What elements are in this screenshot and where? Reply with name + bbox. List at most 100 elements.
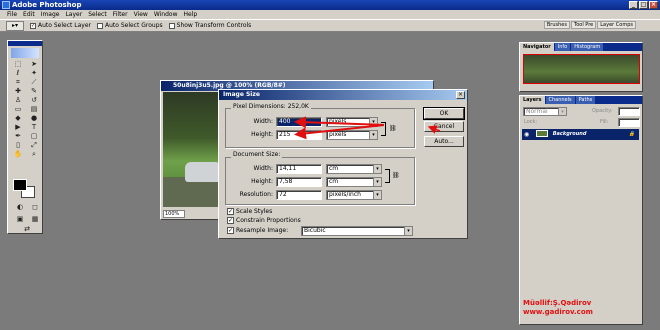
menu-edit[interactable]: Edit	[20, 11, 38, 18]
gradient-tool-icon[interactable]: ▤	[27, 105, 41, 113]
tab-navigator[interactable]: Navigator	[520, 43, 554, 51]
zoom-tool-icon[interactable]: ⌕	[27, 150, 41, 158]
chevron-down-icon: ▾	[558, 108, 566, 115]
lasso-tool-icon[interactable]: ℓ	[11, 69, 25, 77]
chevron-down-icon: ▾	[369, 131, 377, 139]
minimize-button[interactable]: _	[629, 1, 638, 9]
marquee-tool-icon[interactable]: ⬚	[11, 60, 25, 68]
blur-tool-icon[interactable]: ◆	[11, 114, 25, 122]
doc-height-input[interactable]: 7,58	[276, 177, 322, 187]
constrain-proportions-label: Constrain Proportions	[236, 217, 301, 224]
slice-tool-icon[interactable]: ⟋	[27, 78, 41, 86]
doc-width-unit-value: cm	[329, 165, 339, 172]
menu-window[interactable]: Window	[151, 11, 181, 18]
cancel-button[interactable]: Cancel	[424, 121, 464, 132]
menu-layer[interactable]: Layer	[62, 11, 85, 18]
maximize-button[interactable]: □	[639, 1, 648, 9]
resolution-unit-select[interactable]: pixels/inch ▾	[326, 190, 382, 200]
resample-method-select[interactable]: Bicubic ▾	[301, 226, 413, 236]
move-tool-preset-icon[interactable]: ▸▾	[6, 20, 24, 31]
foreground-color-swatch[interactable]	[13, 179, 27, 191]
scale-styles-checkbox[interactable]: ✓	[227, 208, 234, 215]
shape-tool-icon[interactable]: ▢	[27, 132, 41, 140]
dodge-tool-icon[interactable]: ●	[27, 114, 41, 122]
layer-row-background[interactable]: ◉ Background 🔒	[522, 129, 639, 140]
constrain-proportions-checkbox[interactable]: ✓	[227, 217, 234, 224]
navigator-thumbnail[interactable]	[523, 54, 640, 84]
quick-mask-icon[interactable]: ◐	[13, 203, 27, 211]
resample-image-option[interactable]: ✓ Resample Image:	[227, 227, 288, 234]
notes-tool-icon[interactable]: ▯	[11, 141, 25, 149]
resample-image-checkbox[interactable]: ✓	[227, 227, 234, 234]
tab-paths[interactable]: Paths	[575, 96, 596, 104]
palette-well: Brushes Tool Pre Layer Comps	[543, 21, 636, 29]
jump-to-imageready-icon[interactable]: ⇄	[20, 225, 34, 233]
zoom-field[interactable]: 100%	[163, 210, 185, 218]
menu-select[interactable]: Select	[85, 11, 110, 18]
hand-tool-icon[interactable]: ✋	[11, 150, 25, 158]
menu-filter[interactable]: Filter	[110, 11, 131, 18]
auto-button[interactable]: Auto...	[424, 136, 464, 147]
well-tab-layer-comps[interactable]: Layer Comps	[597, 21, 636, 29]
screen-mode-icon[interactable]: ▣	[13, 215, 27, 223]
document-canvas[interactable]	[163, 92, 223, 207]
auto-select-groups-checkbox[interactable]	[96, 22, 103, 29]
pen-tool-icon[interactable]: ✒	[11, 132, 25, 140]
close-button[interactable]: ×	[649, 1, 658, 9]
well-tab-brushes[interactable]: Brushes	[543, 21, 570, 29]
auto-select-groups-label: Auto Select Groups	[104, 22, 163, 29]
fill-input[interactable]	[618, 118, 640, 127]
eyedropper-icon[interactable]: ⤢	[27, 141, 41, 149]
blend-mode-value: Normal	[526, 108, 548, 115]
auto-select-layer-checkbox[interactable]: ✓	[30, 22, 36, 29]
resolution-input[interactable]: 72	[276, 190, 322, 200]
brush-tool-icon[interactable]: ✎	[27, 87, 41, 95]
doc-height-unit-select[interactable]: cm ▾	[326, 177, 382, 187]
app-title: Adobe Photoshop	[12, 1, 82, 9]
tab-info[interactable]: Info	[554, 43, 571, 51]
eye-icon[interactable]: ◉	[524, 129, 529, 140]
healing-brush-icon[interactable]: ✚	[11, 87, 25, 95]
height-unit-select[interactable]: pixels ▾	[326, 130, 378, 140]
resample-image-label: Resample Image:	[236, 227, 289, 234]
blend-mode-select[interactable]: Normal ▾	[523, 107, 567, 116]
magic-wand-icon[interactable]: ✦	[27, 69, 41, 77]
standard-mode-icon[interactable]: ◻	[28, 203, 42, 211]
chevron-down-icon: ▾	[369, 118, 377, 126]
tab-histogram[interactable]: Histogram	[571, 43, 604, 51]
tab-layers[interactable]: Layers	[520, 96, 545, 104]
height-input[interactable]: 215	[276, 130, 322, 140]
show-transform-controls-checkbox[interactable]	[168, 22, 175, 29]
type-tool-icon[interactable]: T	[27, 123, 41, 131]
doc-width-unit-select[interactable]: cm ▾	[326, 164, 382, 174]
ok-button[interactable]: OK	[423, 107, 465, 120]
toolbox-header[interactable]	[8, 41, 42, 46]
photoshop-logo	[11, 48, 39, 58]
doc-chain-link-icon: ⛓	[392, 172, 400, 179]
move-tool-icon[interactable]: ➤	[27, 60, 41, 68]
menu-help[interactable]: Help	[181, 11, 201, 18]
navigator-tabs: Navigator Info Histogram	[520, 43, 642, 51]
opacity-input[interactable]	[618, 107, 640, 116]
width-unit-select[interactable]: pixels ▾	[326, 117, 378, 127]
width-input[interactable]: 400	[276, 117, 322, 127]
height-label: Height:	[251, 131, 273, 138]
layer-thumbnail	[536, 130, 548, 137]
crop-tool-icon[interactable]: ⌗	[11, 78, 25, 86]
dialog-title[interactable]: Image Size	[219, 90, 467, 100]
path-selection-icon[interactable]: ▶	[11, 123, 25, 131]
menu-image[interactable]: Image	[38, 11, 63, 18]
eraser-tool-icon[interactable]: ▭	[11, 105, 25, 113]
menu-file[interactable]: File	[4, 11, 20, 18]
tab-channels[interactable]: Channels	[545, 96, 575, 104]
doc-width-input[interactable]: 14,11	[276, 164, 322, 174]
scale-styles-option[interactable]: ✓ Scale Styles	[227, 208, 272, 215]
menu-view[interactable]: View	[131, 11, 151, 18]
well-tab-tool-presets[interactable]: Tool Pre	[571, 21, 597, 29]
clone-stamp-icon[interactable]: ♙	[11, 96, 25, 104]
pixel-dimensions-label: Pixel Dimensions: 252,0K	[231, 103, 311, 110]
history-brush-icon[interactable]: ↺	[27, 96, 41, 104]
constrain-proportions-option[interactable]: ✓ Constrain Proportions	[227, 217, 301, 224]
full-screen-icon[interactable]: ▦	[28, 215, 42, 223]
dialog-close-icon[interactable]: ×	[456, 91, 465, 99]
